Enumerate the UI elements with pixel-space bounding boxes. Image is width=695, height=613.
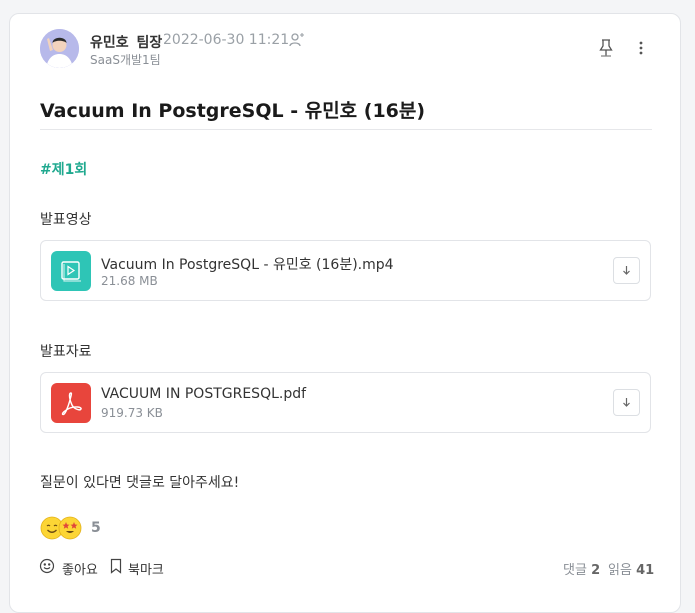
- person-icon[interactable]: [288, 31, 306, 49]
- author-name[interactable]: 유민호 팀장: [90, 32, 162, 52]
- read-stat[interactable]: 읽음 41: [608, 559, 654, 578]
- download-button[interactable]: [613, 257, 640, 284]
- pin-icon[interactable]: [598, 38, 614, 58]
- reads-count: 41: [636, 563, 655, 578]
- file-name: VACUUM IN POSTGRESQL.pdf: [101, 386, 307, 402]
- file-size: 919.73 KB: [101, 406, 163, 420]
- author-role: 팀장: [136, 35, 163, 51]
- post-title: Vacuum In PostgreSQL - 유민호 (16분): [40, 100, 426, 122]
- pdf-attachment[interactable]: VACUUM IN POSTGRESQL.pdf 919.73 KB: [40, 372, 651, 433]
- like-label: 좋아요: [62, 563, 98, 578]
- download-button[interactable]: [613, 389, 640, 416]
- star-eyes-emoji-icon: [58, 516, 82, 540]
- comments-label: 댓글: [563, 563, 587, 578]
- post-card: 유민호 팀장 2022-06-30 11:21 SaaS개발1팀 Vacuum …: [9, 13, 681, 613]
- video-attachment[interactable]: Vacuum In PostgreSQL - 유민호 (16분).mp4 21.…: [40, 240, 651, 301]
- bookmark-icon: [110, 558, 122, 574]
- download-icon: [623, 398, 630, 407]
- bookmark-label: 북마크: [128, 563, 164, 578]
- more-options-icon[interactable]: [633, 39, 649, 57]
- video-file-icon: [51, 251, 91, 291]
- post-body-text: 질문이 있다면 댓글로 달아주세요!: [40, 475, 240, 491]
- author-name-text: 유민호: [90, 35, 129, 51]
- smile-outline-icon: [39, 558, 55, 574]
- reads-label: 읽음: [608, 563, 632, 578]
- file-size: 21.68 MB: [101, 274, 158, 288]
- download-icon: [623, 266, 630, 275]
- reaction-count: 5: [91, 520, 101, 536]
- comments-count: 2: [591, 563, 601, 578]
- author-team: SaaS개발1팀: [90, 53, 161, 67]
- file-name: Vacuum In PostgreSQL - 유민호 (16분).mp4: [101, 257, 394, 273]
- hashtag-link[interactable]: #제1회: [40, 159, 87, 179]
- pdf-file-icon: [51, 383, 91, 423]
- video-section-label: 발표영상: [40, 212, 92, 228]
- doc-section-label: 발표자료: [40, 344, 92, 360]
- avatar[interactable]: [40, 29, 79, 68]
- post-datetime: 2022-06-30 11:21: [163, 32, 290, 48]
- title-divider: [40, 129, 652, 130]
- comment-stat[interactable]: 댓글 2: [563, 559, 600, 578]
